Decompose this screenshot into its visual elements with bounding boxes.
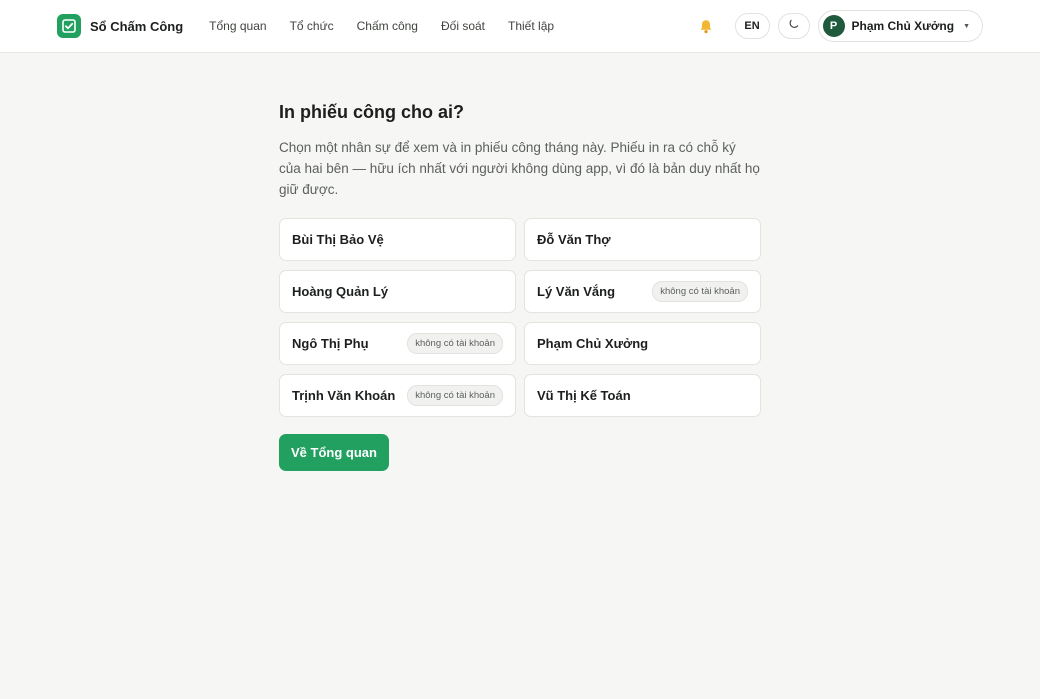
moon-icon — [788, 17, 799, 35]
theme-toggle-button[interactable] — [777, 13, 810, 39]
brand[interactable]: Sổ Chấm Công — [57, 14, 183, 38]
main-content: In phiếu công cho ai? Chọn một nhân sự đ… — [279, 102, 761, 471]
person-name: Phạm Chủ Xưởng — [537, 336, 649, 351]
avatar: P — [822, 15, 845, 37]
person-name: Trịnh Văn Khoán — [292, 388, 396, 403]
people-grid: Bùi Thị Bảo Vệ Đỗ Văn Thợ Hoàng Quản Lý … — [279, 218, 761, 417]
nav-item-organization[interactable]: Tổ chức — [290, 19, 334, 33]
user-name: Phạm Chủ Xưởng — [851, 19, 955, 33]
page-description: Chọn một nhân sự để xem và in phiếu công… — [279, 140, 760, 197]
nav-item-overview[interactable]: Tổng quan — [209, 19, 266, 33]
main-nav: Tổng quan Tổ chức Chấm công Đối soát Thi… — [209, 19, 554, 33]
nav-item-reconciliation[interactable]: Đối soát — [441, 19, 485, 33]
no-account-badge: không có tài khoản — [407, 333, 503, 354]
person-name: Lý Văn Vắng — [537, 284, 616, 299]
top-bar: Sổ Chấm Công Tổng quan Tổ chức Chấm công… — [0, 0, 1040, 53]
person-card[interactable]: Trịnh Văn Khoán không có tài khoản — [279, 374, 516, 417]
person-name: Hoàng Quản Lý — [292, 284, 389, 299]
person-name: Bùi Thị Bảo Vệ — [292, 232, 384, 247]
person-card[interactable]: Ngô Thị Phụ không có tài khoản — [279, 322, 516, 365]
person-card[interactable]: Bùi Thị Bảo Vệ — [279, 218, 516, 261]
language-toggle-button[interactable]: EN — [734, 13, 770, 39]
person-card[interactable]: Vũ Thị Kế Toán — [524, 374, 761, 417]
check-square-icon — [57, 14, 81, 38]
person-card[interactable]: Đỗ Văn Thợ — [524, 218, 761, 261]
user-menu[interactable]: P Phạm Chủ Xưởng ▼ — [817, 10, 983, 42]
person-card[interactable]: Lý Văn Vắng không có tài khoản — [524, 270, 761, 313]
header-tools: EN P Phạm Chủ Xưởng ▼ — [697, 10, 983, 42]
no-account-badge: không có tài khoản — [407, 385, 503, 406]
back-to-overview-button[interactable]: Về Tổng quan — [279, 434, 389, 471]
page-title: In phiếu công cho ai? — [279, 102, 465, 122]
nav-item-attendance[interactable]: Chấm công — [357, 19, 418, 33]
caret-down-icon: ▼ — [963, 22, 970, 30]
app-name: Sổ Chấm Công — [90, 18, 184, 34]
no-account-badge: không có tài khoản — [652, 281, 748, 302]
person-name: Vũ Thị Kế Toán — [537, 388, 631, 403]
person-card[interactable]: Phạm Chủ Xưởng — [524, 322, 761, 365]
bell-icon[interactable] — [697, 17, 715, 35]
person-card[interactable]: Hoàng Quản Lý — [279, 270, 516, 313]
person-name: Đỗ Văn Thợ — [537, 232, 611, 247]
person-name: Ngô Thị Phụ — [292, 336, 369, 351]
nav-item-settings[interactable]: Thiết lập — [508, 19, 554, 33]
